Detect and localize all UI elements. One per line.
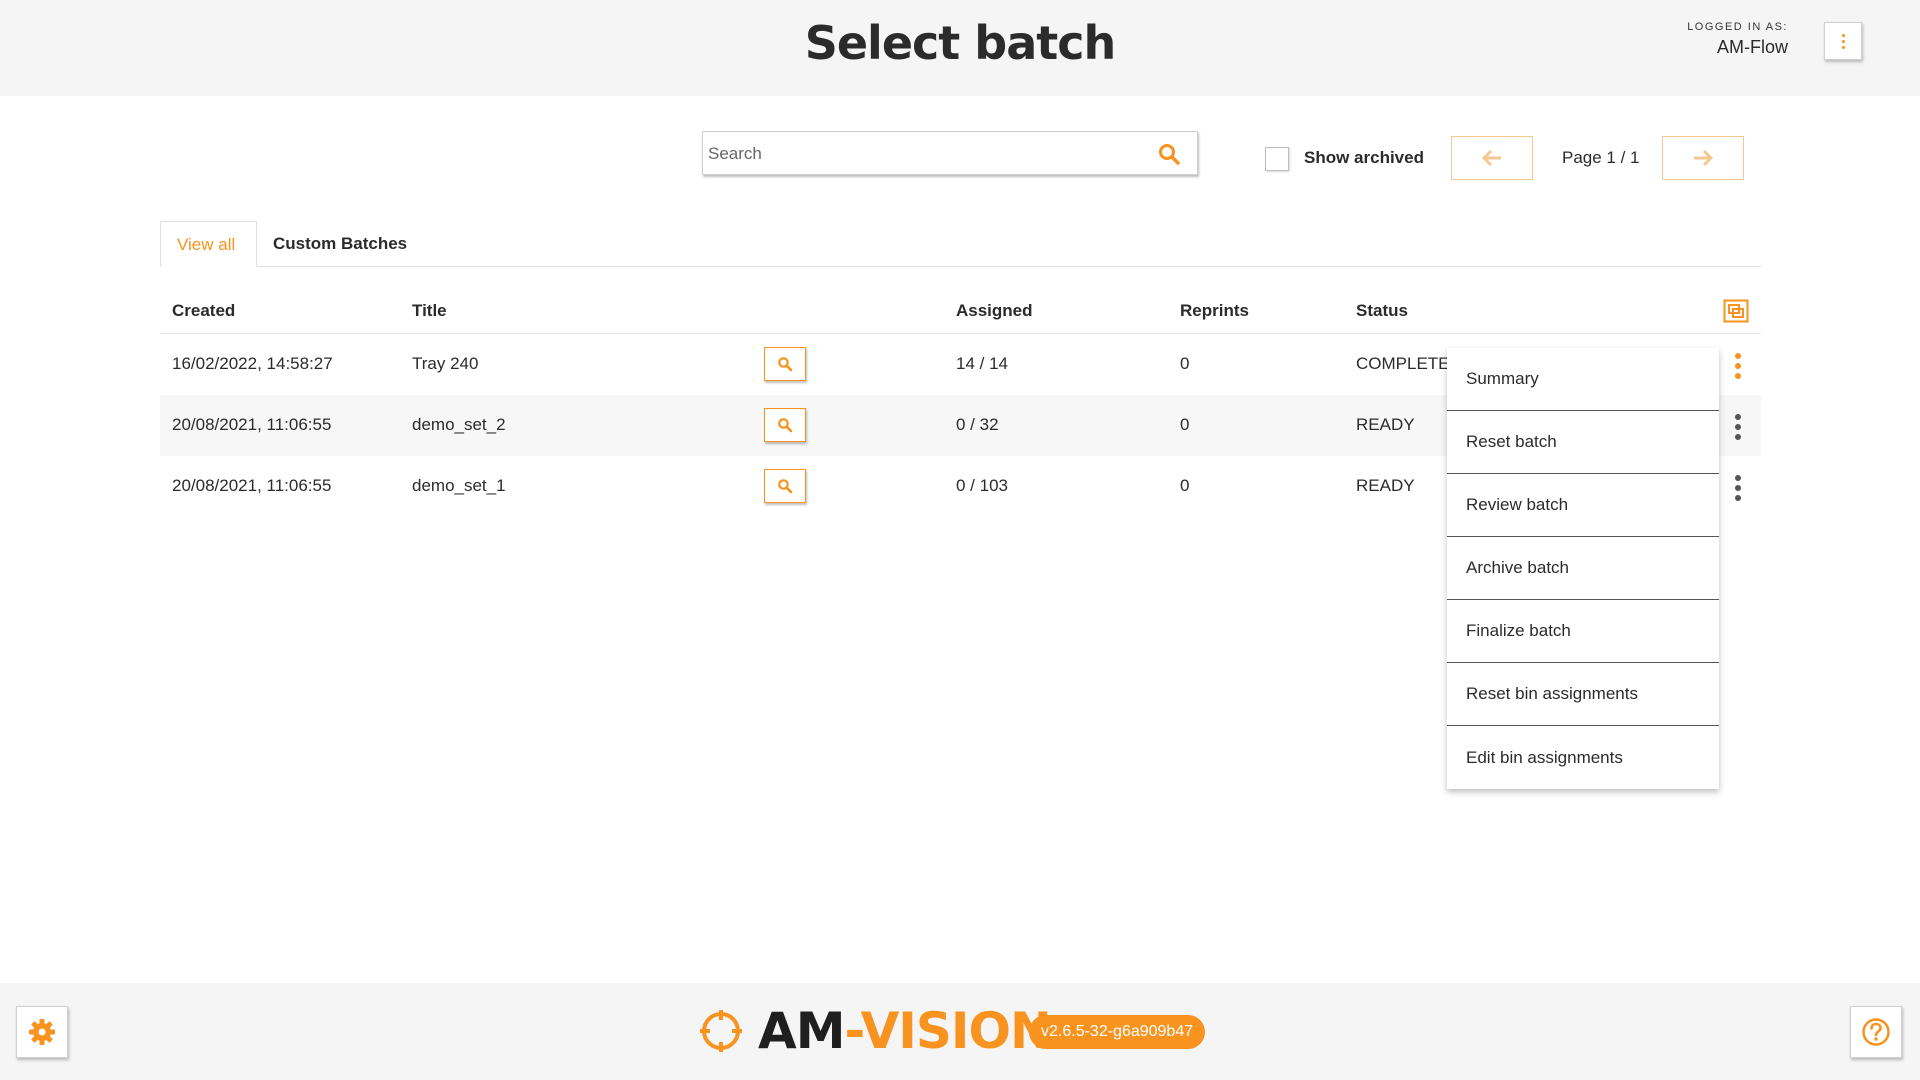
page-indicator: Page 1 / 1 xyxy=(1562,148,1640,167)
cell-status: COMPLETE xyxy=(1356,354,1450,373)
cell-created: 20/08/2021, 11:06:55 xyxy=(172,415,332,434)
cell-assigned: 0 / 103 xyxy=(956,476,1008,495)
am-vision-logo: AM-VISION xyxy=(698,1002,1052,1060)
vertical-dots-icon xyxy=(1841,33,1845,49)
cell-reprints: 0 xyxy=(1180,415,1190,434)
magnifier-icon xyxy=(778,479,793,494)
next-page-button[interactable] xyxy=(1662,136,1744,180)
crosshair-icon xyxy=(700,1010,742,1052)
version-badge: v2.6.5-32-g6a909b47 xyxy=(1029,1015,1206,1049)
preview-button[interactable] xyxy=(764,469,806,503)
cell-created: 16/02/2022, 14:58:27 xyxy=(172,354,333,373)
row-context-menu: Summary Reset batch Review batch Archive… xyxy=(1447,348,1719,789)
tab-view-all[interactable]: View all xyxy=(160,221,257,267)
column-header-title[interactable]: Title xyxy=(412,301,447,321)
show-archived-label: Show archived xyxy=(1304,148,1424,167)
logo-text-am: AM xyxy=(758,1002,845,1060)
menu-item-summary[interactable]: Summary xyxy=(1447,348,1719,411)
search-box xyxy=(702,131,1198,176)
cell-assigned: 14 / 14 xyxy=(956,354,1008,373)
logged-in-label: LOGGED IN AS: xyxy=(1687,21,1788,33)
menu-item-review-batch[interactable]: Review batch xyxy=(1447,474,1719,537)
cell-assigned: 0 / 32 xyxy=(956,415,999,434)
cell-status: READY xyxy=(1356,476,1415,495)
search-input[interactable] xyxy=(706,132,1140,176)
previous-page-button[interactable] xyxy=(1451,136,1533,180)
row-menu-button[interactable] xyxy=(1728,473,1748,503)
help-button[interactable] xyxy=(1850,1006,1902,1058)
column-header-status[interactable]: Status xyxy=(1356,301,1408,321)
cell-reprints: 0 xyxy=(1180,476,1190,495)
search-icon[interactable] xyxy=(1157,142,1181,166)
page-title: Select batch xyxy=(804,16,1117,70)
header-menu-button[interactable] xyxy=(1824,22,1862,60)
logged-in-user: AM-Flow xyxy=(1717,37,1788,57)
menu-item-reset-bin-assignments[interactable]: Reset bin assignments xyxy=(1447,663,1719,726)
show-archived-checkbox[interactable] xyxy=(1265,147,1289,171)
arrow-left-icon xyxy=(1481,149,1501,167)
cell-status: READY xyxy=(1356,415,1415,434)
column-header-assigned[interactable]: Assigned xyxy=(956,301,1033,321)
column-header-created[interactable]: Created xyxy=(172,301,235,321)
magnifier-icon xyxy=(778,418,793,433)
cell-title: Tray 240 xyxy=(412,354,479,373)
question-circle-icon xyxy=(1862,1018,1890,1046)
column-select-icon[interactable] xyxy=(1723,299,1749,323)
logo-text-vision: -VISION xyxy=(844,1002,1051,1060)
menu-item-archive-batch[interactable]: Archive batch xyxy=(1447,537,1719,600)
preview-button[interactable] xyxy=(764,347,806,381)
arrow-right-icon xyxy=(1694,149,1714,167)
menu-item-finalize-batch[interactable]: Finalize batch xyxy=(1447,600,1719,663)
header: Select batch LOGGED IN AS: AM-Flow xyxy=(0,0,1920,96)
magnifier-icon xyxy=(778,357,793,372)
cell-title: demo_set_1 xyxy=(412,476,506,495)
preview-button[interactable] xyxy=(764,408,806,442)
cell-reprints: 0 xyxy=(1180,354,1190,373)
cell-created: 20/08/2021, 11:06:55 xyxy=(172,476,332,495)
menu-item-edit-bin-assignments[interactable]: Edit bin assignments xyxy=(1447,726,1719,789)
settings-button[interactable] xyxy=(16,1006,68,1058)
cell-title: demo_set_2 xyxy=(412,415,506,434)
menu-item-reset-batch[interactable]: Reset batch xyxy=(1447,411,1719,474)
row-menu-button[interactable] xyxy=(1728,412,1748,442)
column-header-reprints[interactable]: Reprints xyxy=(1180,301,1249,321)
row-menu-button[interactable] xyxy=(1728,351,1748,381)
gear-icon xyxy=(29,1019,55,1045)
tab-custom-batches[interactable]: Custom Batches xyxy=(257,221,423,267)
